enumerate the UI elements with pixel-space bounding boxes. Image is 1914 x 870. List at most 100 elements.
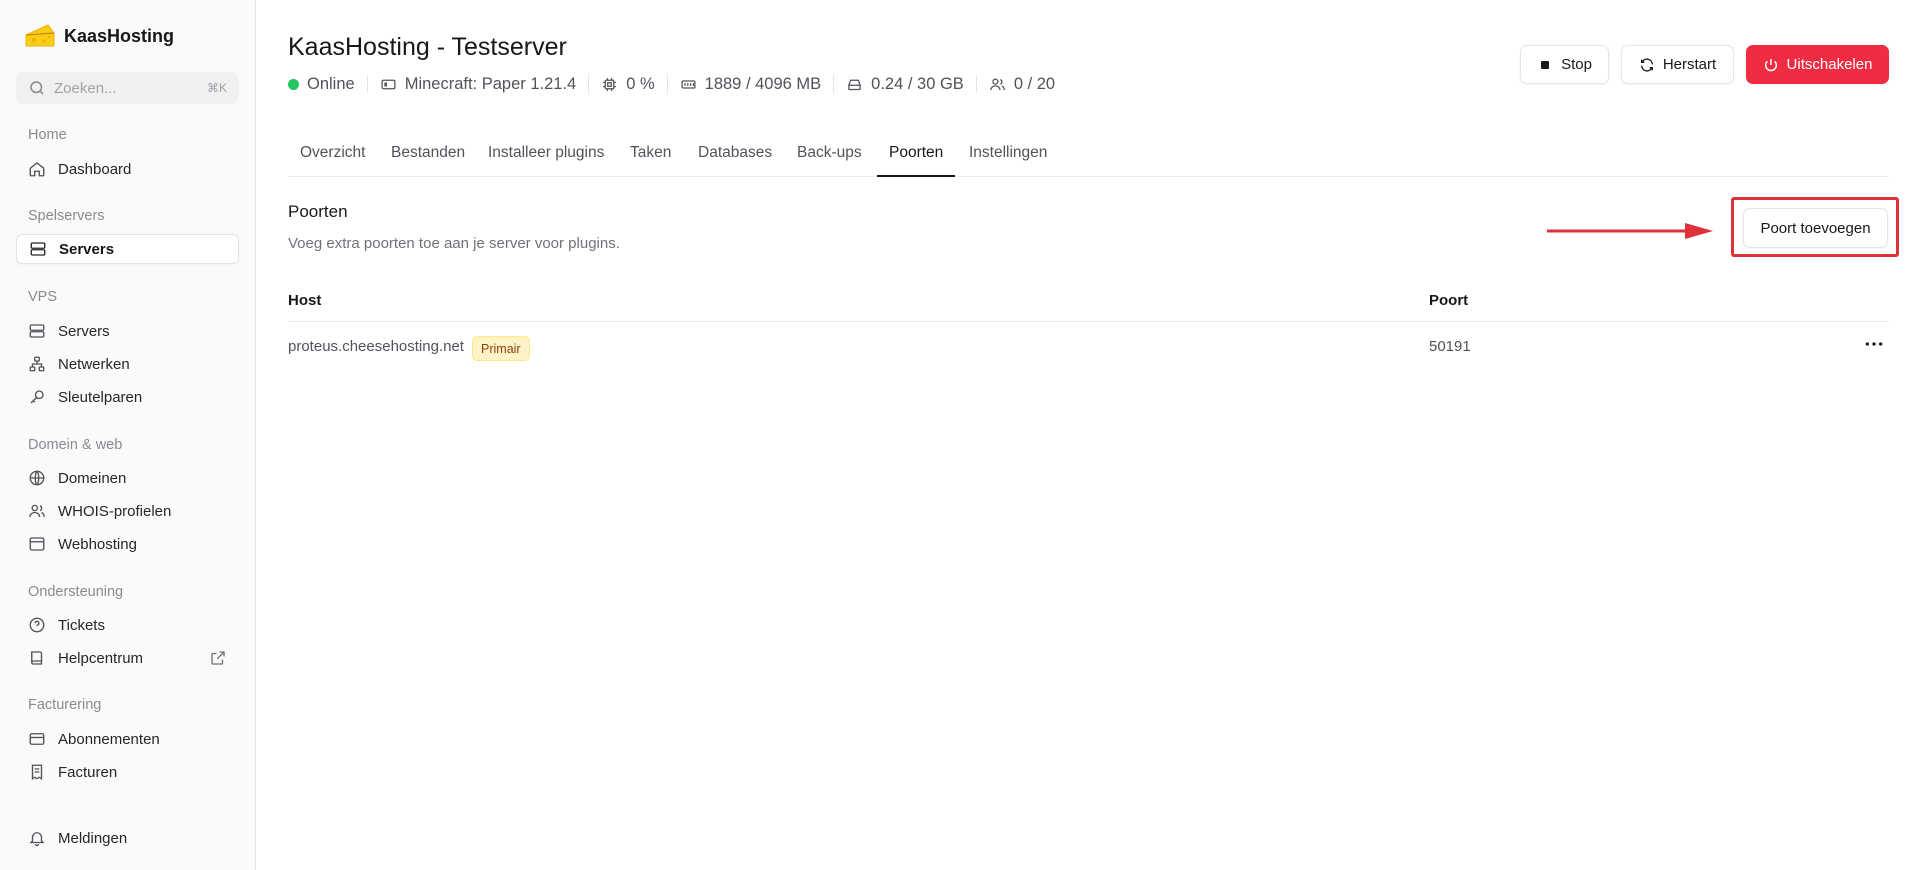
- column-header-host: Host: [288, 292, 322, 309]
- divider: [833, 75, 835, 93]
- sidebar-item-label: Dashboard: [58, 160, 132, 178]
- sidebar-item-vps-servers[interactable]: Servers: [16, 316, 239, 346]
- cpu-text: 0 %: [626, 74, 655, 93]
- shutdown-button[interactable]: Uitschakelen: [1746, 45, 1889, 84]
- memory-text: 1889 / 4096 MB: [704, 74, 822, 93]
- server-players: 0 / 20: [989, 75, 1055, 94]
- page-title: KaasHosting - Testserver: [288, 33, 567, 61]
- sidebar-item-sleutelparen[interactable]: Sleutelparen: [16, 382, 239, 412]
- group-label-domein-web: Domein & web: [28, 437, 123, 453]
- status-dot-icon: [288, 78, 299, 90]
- sidebar-item-label: Tickets: [58, 616, 105, 634]
- search-placeholder: Zoeken...: [54, 79, 117, 97]
- divider: [588, 75, 590, 93]
- sidebar-item-facturen[interactable]: Facturen: [16, 757, 239, 787]
- globe-icon: [29, 470, 45, 486]
- tab-taken[interactable]: Taken: [618, 136, 683, 177]
- divider: [366, 75, 368, 93]
- group-label-vps: VPS: [28, 289, 58, 305]
- software-text: Minecraft: Paper 1.21.4: [404, 74, 577, 93]
- shutdown-label: Uitschakelen: [1786, 56, 1873, 73]
- sidebar-item-netwerken[interactable]: Netwerken: [16, 349, 239, 379]
- receipt-icon: [31, 764, 43, 781]
- divider: [666, 75, 668, 93]
- users-icon: [29, 504, 45, 518]
- sidebar-item-meldingen[interactable]: Meldingen: [16, 823, 239, 853]
- sidebar-item-label: WHOIS-profielen: [58, 502, 172, 520]
- server-tabs: Overzicht Bestanden Installeer plugins T…: [288, 136, 1889, 177]
- port-host: proteus.cheesehosting.net: [288, 338, 464, 355]
- add-port-button[interactable]: Poort toevoegen: [1743, 208, 1888, 248]
- tab-instellingen[interactable]: Instellingen: [957, 136, 1059, 177]
- search-icon: [30, 81, 44, 95]
- group-label-ondersteuning: Ondersteuning: [28, 584, 124, 600]
- restart-button[interactable]: Herstart: [1621, 45, 1734, 84]
- tab-databases[interactable]: Databases: [686, 136, 784, 177]
- sidebar-item-label: Domeinen: [58, 469, 127, 487]
- sidebar-item-domeinen[interactable]: Domeinen: [16, 463, 239, 493]
- network-icon: [29, 356, 45, 372]
- column-header-poort: Poort: [1429, 292, 1469, 309]
- server-status-row: Online Minecraft: Paper 1.21.4 0 % 1889 …: [288, 72, 1055, 96]
- group-label-home: Home: [28, 127, 67, 143]
- sidebar-item-label: Abonnementen: [58, 730, 160, 748]
- tab-poorten[interactable]: Poorten: [877, 136, 956, 177]
- players-text: 0 / 20: [1013, 74, 1056, 93]
- status-text: Online: [307, 74, 355, 93]
- table-header-divider: [288, 321, 1889, 322]
- hard-drive-icon: [848, 79, 861, 90]
- sidebar-item-label: Sleutelparen: [58, 388, 143, 406]
- row-actions-button[interactable]: [1860, 333, 1888, 355]
- browser-window-icon: [29, 537, 45, 551]
- refresh-icon: [1640, 57, 1653, 72]
- disk-text: 0.24 / 30 GB: [871, 74, 964, 93]
- power-icon: [1764, 58, 1777, 71]
- section-description: Voeg extra poorten toe aan je server voo…: [288, 235, 620, 252]
- stop-square-icon: [1541, 60, 1550, 69]
- sidebar-item-webhosting[interactable]: Webhosting: [16, 529, 239, 559]
- cpu-icon: [603, 77, 617, 91]
- sidebar-item-label: Servers: [59, 240, 115, 258]
- stop-button[interactable]: Stop: [1520, 45, 1609, 84]
- server-software: Minecraft: Paper 1.21.4: [380, 74, 577, 94]
- key-icon: [30, 390, 44, 404]
- sidebar-item-label: Helpcentrum: [58, 649, 144, 667]
- annotation-arrow-icon: [1547, 223, 1713, 239]
- tab-bestanden[interactable]: Bestanden: [379, 136, 477, 177]
- sidebar-item-whois-profielen[interactable]: WHOIS-profielen: [16, 496, 239, 526]
- sidebar-item-label: Meldingen: [58, 829, 128, 847]
- home-icon: [29, 162, 45, 177]
- tab-overzicht[interactable]: Overzicht: [288, 136, 377, 177]
- memory-icon: [681, 79, 696, 89]
- sidebar-item-game-servers[interactable]: Servers: [16, 234, 239, 264]
- sidebar: KaasHosting Zoeken... ⌘K Home Dashboard …: [0, 0, 256, 870]
- server-icon: [29, 324, 45, 338]
- stop-label: Stop: [1561, 56, 1592, 73]
- sidebar-item-label: Servers: [58, 322, 110, 340]
- brand-logo[interactable]: KaasHosting: [24, 22, 174, 50]
- tab-installeer-plugins[interactable]: Installeer plugins: [476, 136, 616, 177]
- search-input[interactable]: Zoeken... ⌘K: [16, 72, 239, 104]
- server-memory: 1889 / 4096 MB: [680, 74, 822, 94]
- more-horizontal-icon: [1865, 342, 1883, 346]
- section-title: Poorten: [288, 202, 348, 221]
- game-card-icon: [381, 79, 396, 89]
- brand-name: KaasHosting: [64, 25, 175, 46]
- server-icon: [30, 242, 46, 256]
- tab-back-ups[interactable]: Back-ups: [785, 136, 874, 177]
- port-number: 50191: [1429, 338, 1471, 355]
- sidebar-item-abonnementen[interactable]: Abonnementen: [16, 724, 239, 754]
- sidebar-item-label: Facturen: [58, 763, 118, 781]
- primary-badge: Primair: [472, 336, 530, 361]
- book-icon: [31, 651, 43, 665]
- sidebar-item-tickets[interactable]: Tickets: [16, 610, 239, 640]
- divider: [975, 75, 977, 93]
- sidebar-item-label: Webhosting: [58, 535, 137, 553]
- sidebar-item-label: Netwerken: [58, 355, 130, 373]
- sidebar-item-helpcentrum[interactable]: Helpcentrum: [16, 643, 239, 673]
- sidebar-item-dashboard[interactable]: Dashboard: [16, 154, 239, 184]
- cheese-logo-icon: [25, 24, 55, 47]
- users-icon: [989, 78, 1005, 90]
- server-cpu: 0 %: [601, 74, 655, 94]
- external-link-icon: [211, 651, 225, 665]
